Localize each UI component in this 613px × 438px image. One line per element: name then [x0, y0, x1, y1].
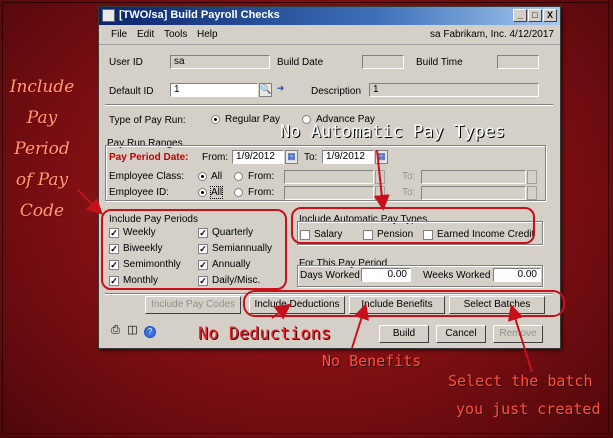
remove-button[interactable]: Remove	[493, 325, 543, 343]
menu-bar: File Edit Tools Help sa Fabrikam, Inc. 4…	[99, 26, 560, 45]
note-icon[interactable]: ◫	[126, 325, 139, 339]
id-to-lookup[interactable]	[527, 186, 537, 200]
close-button[interactable]: X	[543, 9, 557, 22]
weeks-worked-label: Weeks Worked	[423, 270, 491, 281]
from-date-input[interactable]: 1/9/2012	[232, 150, 284, 164]
company-info: sa Fabrikam, Inc. 4/12/2017	[430, 29, 554, 40]
window-title: [TWO/sa] Build Payroll Checks	[119, 9, 280, 21]
regular-pay-label: Regular Pay	[225, 114, 281, 125]
default-id-input[interactable]: 1	[170, 83, 258, 97]
select-batch-annotation-line2: you just created	[456, 400, 601, 418]
lookup-icon[interactable]: 🔍	[259, 83, 272, 97]
side-annotation: Include Pay Period of Pay Code	[8, 72, 76, 227]
class-to-label: To:	[402, 171, 416, 182]
id-all-label: All	[209, 186, 224, 199]
no-automatic-pay-types-annotation: No Automatic Pay Types	[280, 122, 506, 142]
id-all-radio[interactable]	[198, 188, 207, 197]
id-from-radio[interactable]	[234, 188, 243, 197]
menu-tools[interactable]: Tools	[164, 29, 187, 40]
no-deductions-annotation: No Deductions	[198, 324, 332, 344]
to-date-label: To:	[304, 152, 318, 163]
class-all-label: All	[211, 171, 223, 182]
go-arrow-icon[interactable]: ➜	[274, 83, 287, 97]
pay-periods-highlight	[101, 209, 287, 290]
calendar-icon[interactable]: ▦	[375, 150, 388, 164]
build-button[interactable]: Build	[379, 325, 429, 343]
build-date-label: Build Date	[277, 57, 324, 68]
weeks-worked-input[interactable]: 0.00	[493, 268, 541, 282]
class-from-lookup[interactable]	[375, 170, 385, 184]
description-label: Description	[311, 86, 362, 97]
user-id-label: User ID	[109, 57, 143, 68]
class-to-field	[421, 170, 526, 184]
side-annotation-line: Period	[14, 139, 70, 159]
cancel-button[interactable]: Cancel	[436, 325, 486, 343]
side-annotation-line: Include	[9, 77, 75, 97]
calendar-icon[interactable]: ▦	[285, 150, 298, 164]
class-from-radio[interactable]	[234, 172, 243, 181]
description-field: 1	[369, 83, 539, 97]
user-id-field: sa	[170, 55, 270, 69]
employee-id-label: Employee ID:	[109, 187, 170, 198]
minimize-button[interactable]: _	[513, 9, 527, 22]
from-date-label: From:	[202, 152, 229, 163]
days-worked-input[interactable]: 0.00	[361, 268, 411, 282]
id-from-lookup[interactable]	[375, 186, 385, 200]
side-annotation-line: Pay	[26, 108, 58, 128]
pay-period-date-label: Pay Period Date:	[109, 152, 189, 163]
printer-icon[interactable]: ⎙	[109, 325, 122, 339]
build-time-label: Build Time	[416, 57, 463, 68]
menu-edit[interactable]: Edit	[137, 29, 154, 40]
maximize-button[interactable]: □	[528, 9, 542, 22]
side-annotation-line: Code	[19, 201, 65, 221]
no-benefits-annotation: No Benefits	[322, 352, 422, 370]
build-time-field	[497, 55, 539, 69]
class-all-radio[interactable]	[198, 172, 207, 181]
buttons-highlight	[243, 290, 565, 317]
id-to-label: To:	[402, 187, 416, 198]
to-date-input[interactable]: 1/9/2012	[322, 150, 374, 164]
id-from-field	[284, 186, 374, 200]
title-bar[interactable]: [TWO/sa] Build Payroll Checks _ □ X	[99, 7, 560, 25]
class-from-field	[284, 170, 374, 184]
select-batch-annotation-line1: Select the batch	[448, 372, 593, 390]
app-icon	[102, 9, 115, 22]
regular-pay-radio[interactable]	[211, 115, 220, 124]
employee-class-label: Employee Class:	[109, 171, 185, 182]
menu-file[interactable]: File	[111, 29, 127, 40]
menu-help[interactable]: Help	[197, 29, 218, 40]
default-id-label: Default ID	[109, 86, 154, 97]
days-worked-label: Days Worked	[300, 270, 360, 281]
class-from-label: From:	[248, 171, 275, 182]
include-pay-codes-button[interactable]: Include Pay Codes	[145, 296, 241, 314]
side-annotation-line: of Pay	[15, 170, 69, 190]
build-date-field	[362, 55, 404, 69]
separator	[105, 104, 553, 106]
class-to-lookup[interactable]	[527, 170, 537, 184]
pay-run-type-label: Type of Pay Run:	[109, 115, 186, 126]
help-icon[interactable]: ?	[144, 326, 156, 338]
auto-pay-highlight	[291, 207, 535, 244]
id-to-field	[421, 186, 526, 200]
id-from-label: From:	[248, 187, 275, 198]
